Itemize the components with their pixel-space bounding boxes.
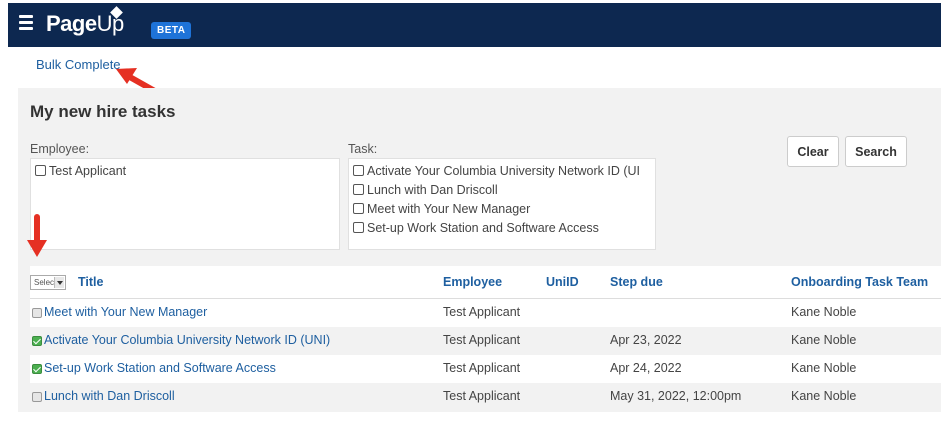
team-cell: Kane Noble [791, 333, 857, 347]
task-title-link[interactable]: Set-up Work Station and Software Access [44, 361, 276, 375]
clear-button[interactable]: Clear [787, 136, 839, 167]
tasks-table: Select Title Employee UniID Step due Onb… [30, 266, 941, 411]
task-option-label: Activate Your Columbia University Networ… [367, 163, 641, 178]
column-header-employee[interactable]: Employee [443, 275, 502, 289]
task-option-label: Lunch with Dan Driscoll [367, 182, 498, 197]
row-checkbox-icon[interactable] [32, 308, 42, 318]
checkbox-icon[interactable] [353, 184, 364, 195]
task-option[interactable]: Set-up Work Station and Software Access [353, 218, 651, 237]
row-checkbox-icon[interactable] [32, 392, 42, 402]
table-row: Activate Your Columbia University Networ… [30, 327, 941, 355]
task-option-label: Set-up Work Station and Software Access [367, 220, 599, 235]
new-hire-tasks-panel: My new hire tasks Employee: Test Applica… [18, 88, 941, 412]
checkbox-icon[interactable] [353, 222, 364, 233]
task-title-link[interactable]: Meet with Your New Manager [44, 305, 207, 319]
chevron-down-icon[interactable] [54, 277, 64, 288]
checkbox-icon[interactable] [353, 203, 364, 214]
checkbox-icon[interactable] [353, 165, 364, 176]
task-option[interactable]: Lunch with Dan Driscoll [353, 180, 651, 199]
employee-option[interactable]: Test Applicant [35, 161, 335, 180]
row-checkbox-icon[interactable] [32, 364, 42, 374]
task-option[interactable]: Meet with Your New Manager [353, 199, 651, 218]
employee-cell: Test Applicant [443, 305, 521, 319]
table-row: Meet with Your New Manager Test Applican… [30, 299, 941, 327]
search-button[interactable]: Search [845, 136, 907, 167]
task-filter-list[interactable]: Activate Your Columbia University Networ… [348, 158, 656, 250]
beta-badge: BETA [151, 22, 192, 39]
team-cell: Kane Noble [791, 305, 857, 319]
employee-cell: Test Applicant [443, 333, 521, 347]
task-title-link[interactable]: Lunch with Dan Driscoll [44, 389, 175, 403]
bulk-select-label: Select [34, 278, 57, 287]
task-title-link[interactable]: Activate Your Columbia University Networ… [44, 333, 330, 347]
team-cell: Kane Noble [791, 361, 857, 375]
employee-cell: Test Applicant [443, 361, 521, 375]
step-due-cell: Apr 23, 2022 [610, 333, 682, 347]
top-nav-bar: PageUp BETA [8, 3, 941, 47]
employee-option-label: Test Applicant [49, 163, 127, 178]
employee-cell: Test Applicant [443, 389, 521, 403]
employee-filter-label: Employee: [30, 142, 90, 156]
table-row: Lunch with Dan Driscoll Test Applicant M… [30, 383, 941, 411]
column-header-title[interactable]: Title [78, 275, 103, 289]
row-checkbox-icon[interactable] [32, 336, 42, 346]
page-title: My new hire tasks [30, 102, 176, 121]
checkbox-icon[interactable] [35, 165, 46, 176]
bulk-select-dropdown[interactable]: Select [30, 275, 66, 290]
table-row: Set-up Work Station and Software Access … [30, 355, 941, 383]
column-header-onboarding-task-team[interactable]: Onboarding Task Team [791, 275, 928, 289]
employee-filter-list[interactable]: Test Applicant [30, 158, 340, 250]
task-option[interactable]: Activate Your Columbia University Networ… [353, 161, 651, 180]
hamburger-menu-icon[interactable] [19, 15, 33, 30]
step-due-cell: Apr 24, 2022 [610, 361, 682, 375]
table-header-row: Select Title Employee UniID Step due Onb… [30, 266, 941, 299]
team-cell: Kane Noble [791, 389, 857, 403]
column-header-step-due[interactable]: Step due [610, 275, 663, 289]
brand-logo-text-page: Page [46, 11, 97, 36]
column-header-uniid[interactable]: UniID [546, 275, 579, 289]
task-option-label: Meet with Your New Manager [367, 201, 531, 216]
task-filter-label: Task: [348, 142, 378, 156]
step-due-cell: May 31, 2022, 12:00pm [610, 389, 742, 403]
annotation-arrow-icon [27, 214, 47, 257]
